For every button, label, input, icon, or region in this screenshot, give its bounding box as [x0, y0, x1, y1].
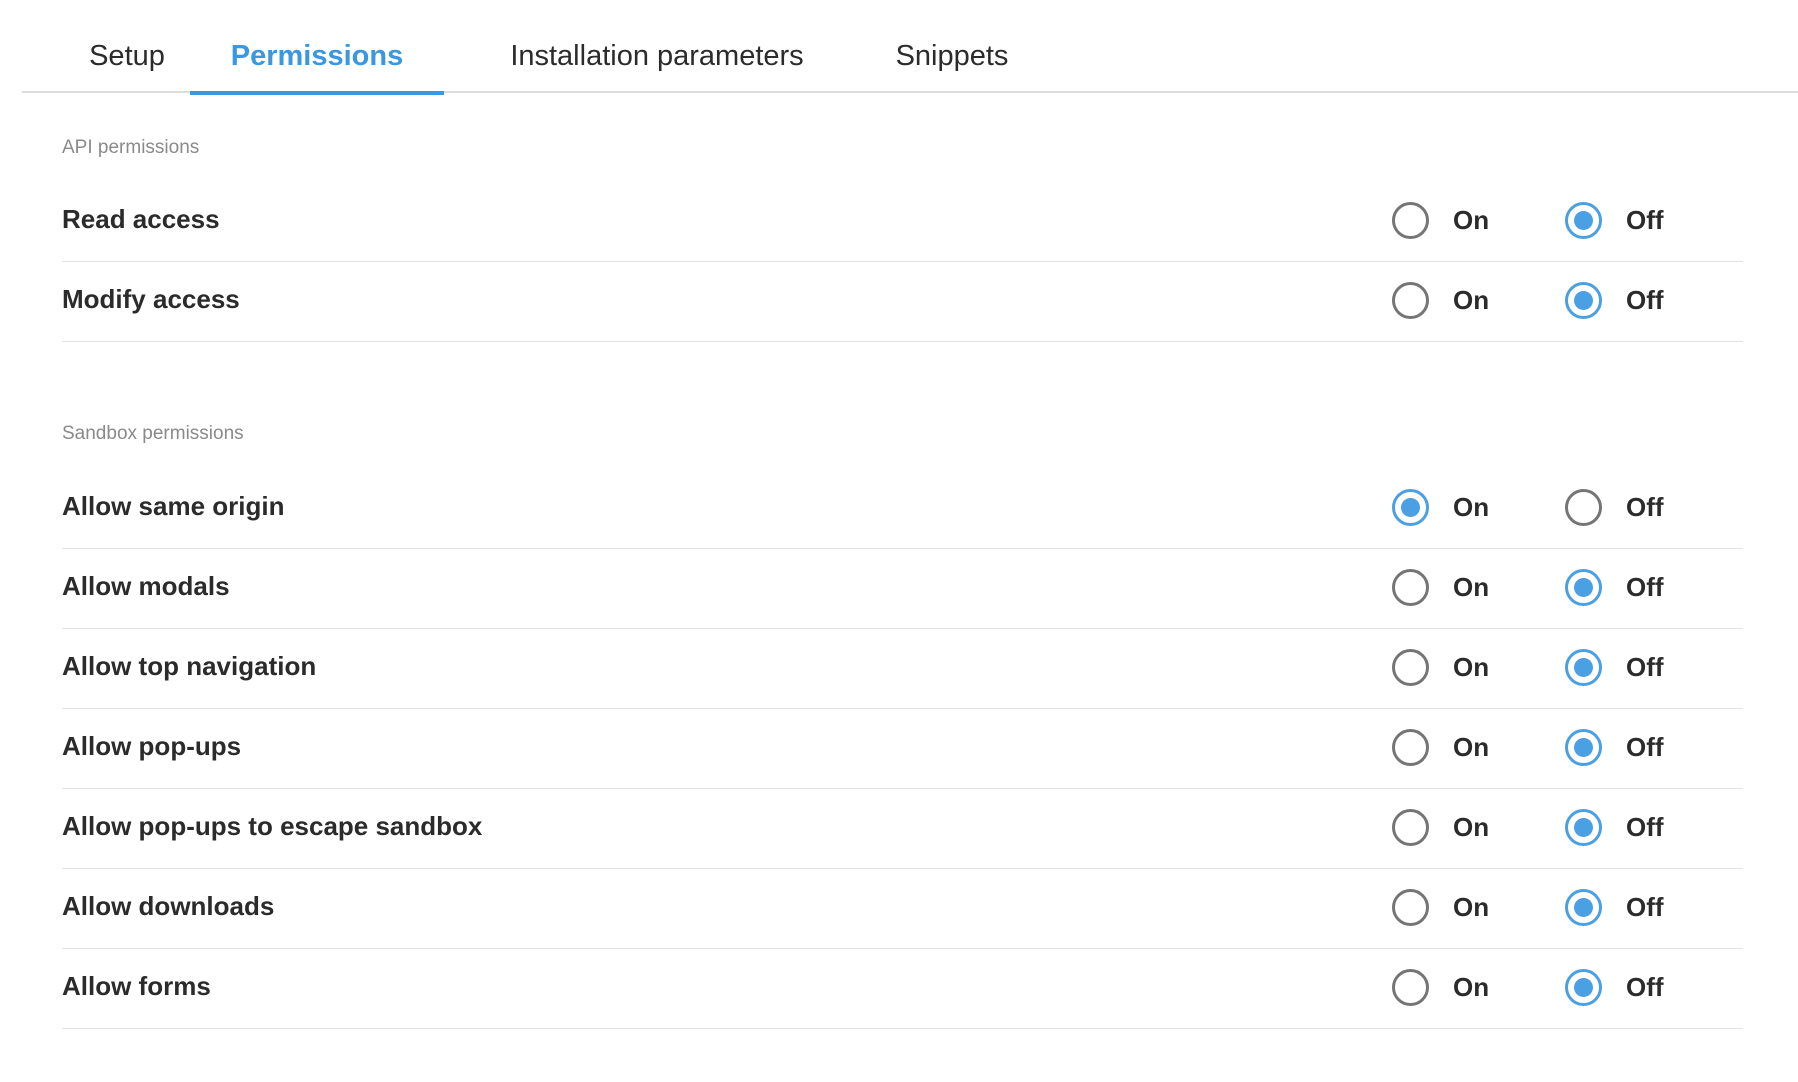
radio-off-option[interactable]: Off [1565, 887, 1664, 927]
radio-off-label: Off [1626, 971, 1664, 1002]
radio-checked-icon[interactable] [1565, 728, 1602, 766]
radio-off-label: Off [1626, 891, 1664, 922]
radio-unchecked-icon[interactable] [1392, 281, 1429, 319]
permission-label: Allow pop-ups [62, 731, 242, 761]
permission-row-allow-modals: Allow modals On Off [62, 549, 1743, 629]
radio-on-label: On [1453, 284, 1490, 315]
radio-unchecked-icon[interactable] [1392, 648, 1429, 686]
radio-checked-icon[interactable] [1565, 888, 1602, 926]
radio-on-option[interactable]: On [1392, 280, 1489, 320]
radio-off-option[interactable]: Off [1565, 807, 1664, 847]
permission-label: Allow top navigation [62, 651, 317, 681]
permission-label: Allow same origin [62, 491, 285, 521]
radio-off-option[interactable]: Off [1565, 487, 1664, 527]
radio-on-option[interactable]: On [1392, 807, 1489, 847]
radio-on-option[interactable]: On [1392, 727, 1489, 767]
radio-checked-icon[interactable] [1565, 281, 1602, 319]
radio-checked-icon[interactable] [1565, 808, 1602, 846]
radio-off-option[interactable]: Off [1565, 647, 1664, 687]
permission-label: Allow downloads [62, 891, 275, 921]
permission-row-allow-same-origin: Allow same origin On Off [62, 469, 1743, 549]
tab-label: Snippets [895, 40, 1009, 72]
radio-unchecked-icon[interactable] [1392, 201, 1429, 239]
tab-permissions[interactable]: Permissions [190, 0, 444, 95]
radio-on-option[interactable]: On [1392, 967, 1489, 1007]
radio-on-option[interactable]: On [1392, 487, 1489, 527]
radio-unchecked-icon[interactable] [1392, 808, 1429, 846]
radio-on-label: On [1453, 491, 1490, 522]
radio-on-option[interactable]: On [1392, 567, 1489, 607]
permission-label: Allow pop-ups to escape sandbox [62, 811, 483, 841]
radio-off-label: Off [1626, 204, 1664, 235]
radio-off-option[interactable]: Off [1565, 280, 1664, 320]
radio-on-label: On [1453, 731, 1490, 762]
radio-off-option[interactable]: Off [1565, 727, 1664, 767]
permission-row-allow-forms: Allow forms On Off [62, 949, 1743, 1029]
radio-on-label: On [1453, 891, 1490, 922]
radio-on-label: On [1453, 971, 1490, 1002]
radio-off-label: Off [1626, 811, 1664, 842]
radio-off-option[interactable]: Off [1565, 200, 1664, 240]
radio-off-label: Off [1626, 731, 1664, 762]
radio-checked-icon[interactable] [1392, 488, 1429, 526]
tab-label: Setup [89, 40, 165, 72]
radio-off-label: Off [1626, 571, 1664, 602]
permission-row-allow-pop-ups-escape-sandbox: Allow pop-ups to escape sandbox On Off [62, 789, 1743, 869]
radio-checked-icon[interactable] [1565, 968, 1602, 1006]
radio-off-option[interactable]: Off [1565, 567, 1664, 607]
tab-bar: Setup Permissions Installation parameter… [22, 0, 1798, 95]
tab-snippets[interactable]: Snippets [872, 0, 1032, 93]
radio-checked-icon[interactable] [1565, 201, 1602, 239]
active-tab-indicator [190, 91, 444, 95]
radio-unchecked-icon[interactable] [1565, 488, 1602, 526]
permission-label: Read access [62, 204, 220, 234]
permission-row-allow-downloads: Allow downloads On Off [62, 869, 1743, 949]
radio-on-label: On [1453, 811, 1490, 842]
permission-row-read-access: Read access On Off [62, 182, 1743, 262]
radio-unchecked-icon[interactable] [1392, 728, 1429, 766]
radio-on-label: On [1453, 571, 1490, 602]
radio-on-label: On [1453, 651, 1490, 682]
tab-setup[interactable]: Setup [70, 0, 184, 93]
radio-on-label: On [1453, 204, 1490, 235]
radio-checked-icon[interactable] [1565, 648, 1602, 686]
permission-label: Modify access [62, 284, 240, 314]
permission-row-allow-top-navigation: Allow top navigation On Off [62, 629, 1743, 709]
tab-label: Permissions [230, 40, 404, 72]
radio-off-label: Off [1626, 284, 1664, 315]
radio-unchecked-icon[interactable] [1392, 568, 1429, 606]
radio-on-option[interactable]: On [1392, 647, 1489, 687]
radio-unchecked-icon[interactable] [1392, 888, 1429, 926]
radio-off-label: Off [1626, 491, 1664, 522]
radio-unchecked-icon[interactable] [1392, 968, 1429, 1006]
radio-checked-icon[interactable] [1565, 568, 1602, 606]
radio-off-option[interactable]: Off [1565, 967, 1664, 1007]
tab-installation-parameters[interactable]: Installation parameters [482, 0, 832, 93]
radio-off-label: Off [1626, 651, 1664, 682]
radio-on-option[interactable]: On [1392, 200, 1489, 240]
permission-row-modify-access: Modify access On Off [62, 262, 1743, 342]
permission-label: Allow modals [62, 571, 230, 601]
permission-row-allow-pop-ups: Allow pop-ups On Off [62, 709, 1743, 789]
section-heading-api-permissions: API permissions [62, 137, 200, 158]
radio-on-option[interactable]: On [1392, 887, 1489, 927]
tab-label: Installation parameters [510, 40, 804, 72]
section-heading-sandbox-permissions: Sandbox permissions [62, 423, 244, 444]
permission-label: Allow forms [62, 971, 211, 1001]
